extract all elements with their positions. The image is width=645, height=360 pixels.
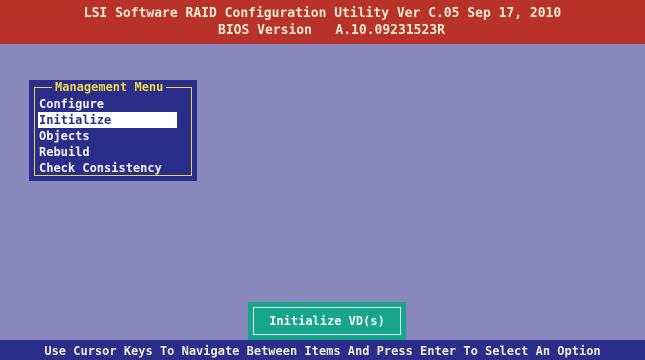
menu-item-check-consistency[interactable]: Check Consistency [38,160,177,176]
menu-item-configure[interactable]: Configure [38,96,177,112]
bios-version: BIOS Version A.10.09231523R [218,23,445,38]
utility-title: LSI Software RAID Configuration Utility … [83,6,562,21]
menu-item-rebuild[interactable]: Rebuild [38,144,177,160]
menu-item-objects[interactable]: Objects [38,128,177,144]
menu-item-initialize[interactable]: Initialize [38,112,177,128]
management-menu-title: Management Menu [52,80,167,94]
help-text: Use Cursor Keys To Navigate Between Item… [44,344,601,358]
management-menu: Management Menu Configure Initialize Obj… [29,80,197,181]
title-bar: LSI Software RAID Configuration Utility … [0,0,645,44]
status-box: Initialize VD(s) [248,302,406,340]
help-bar: Use Cursor Keys To Navigate Between Item… [0,340,645,360]
status-box-label: Initialize VD(s) [253,307,401,335]
management-menu-items: Configure Initialize Objects Rebuild Che… [38,96,197,176]
